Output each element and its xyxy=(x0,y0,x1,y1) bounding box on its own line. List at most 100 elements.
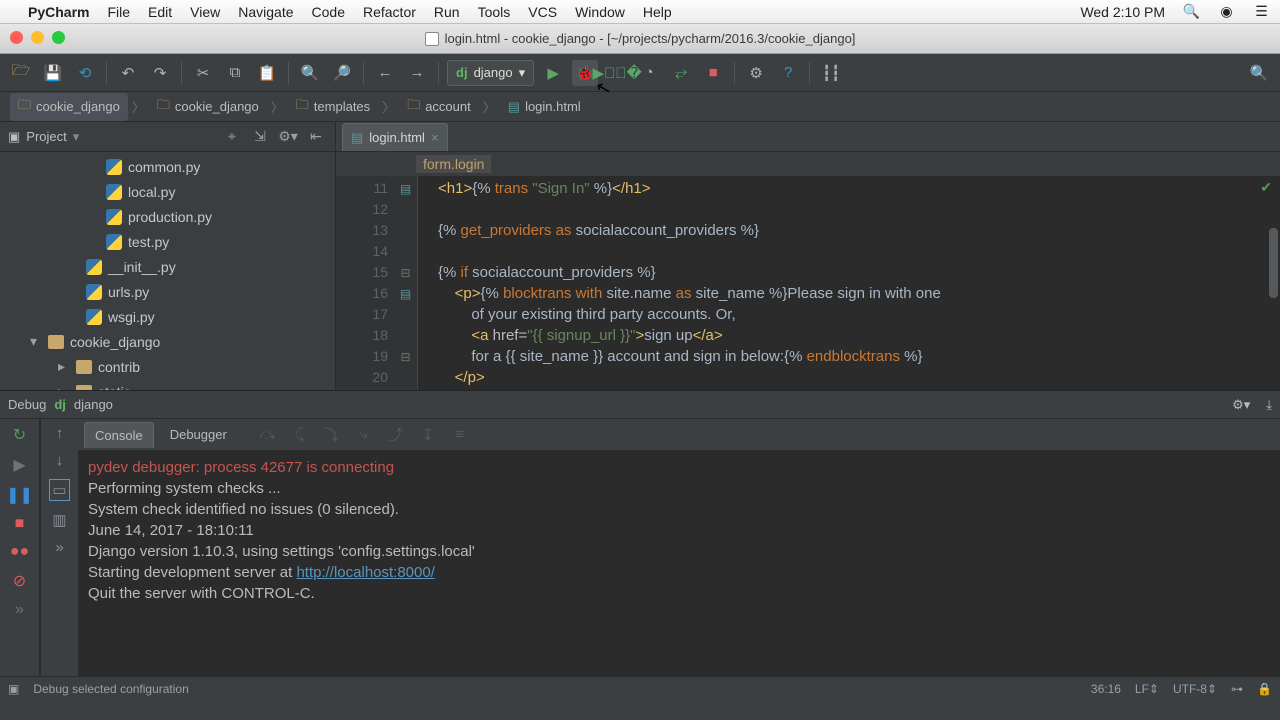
down-stack-icon[interactable]: ↓ xyxy=(56,452,64,469)
menu-edit[interactable]: Edit xyxy=(148,4,172,20)
tree-item[interactable]: wsgi.py xyxy=(0,304,335,329)
forward-icon[interactable]: → xyxy=(404,60,430,86)
pause-icon[interactable]: ❚❚ xyxy=(6,485,33,505)
menu-navigate[interactable]: Navigate xyxy=(238,4,293,20)
debug-settings-icon[interactable]: ⚙▾ xyxy=(1232,397,1250,413)
tree-item[interactable]: local.py xyxy=(0,179,335,204)
step-out-icon[interactable]: ⤴ xyxy=(383,422,409,448)
gutter-icons[interactable]: ▤⊟▤⊟ xyxy=(394,176,418,390)
resume-icon[interactable]: ▶ xyxy=(13,455,25,475)
close-window-button[interactable] xyxy=(10,31,23,44)
save-icon[interactable]: 💾 xyxy=(40,60,66,86)
menu-refactor[interactable]: Refactor xyxy=(363,4,416,20)
debug-tool-window: Debug dj django ⚙▾ ⤓ ↻ ▶ ❚❚ ■ ●● ⊘ » ↑ ↓… xyxy=(0,390,1280,676)
up-stack-icon[interactable]: ↑ xyxy=(56,425,64,442)
console-output[interactable]: pydev debugger: process 42677 is connect… xyxy=(78,451,1280,676)
search-everywhere-icon[interactable]: 🔍 xyxy=(1246,60,1272,86)
layout-2-icon[interactable]: ▥ xyxy=(52,511,66,529)
stop-debug-icon[interactable]: ■ xyxy=(15,515,25,533)
copy-icon[interactable]: ⧉ xyxy=(222,60,248,86)
app-name[interactable]: PyCharm xyxy=(28,4,89,20)
more-2-icon[interactable]: » xyxy=(55,539,63,556)
find-icon[interactable]: 🔍 xyxy=(297,60,323,86)
open-icon[interactable]: 🗁 xyxy=(8,60,34,86)
line-separator[interactable]: LF⇕ xyxy=(1135,682,1159,696)
tree-item[interactable]: ▾cookie_django xyxy=(0,329,335,354)
caret-position[interactable]: 36:16 xyxy=(1091,682,1121,696)
replace-icon[interactable]: 🔎 xyxy=(329,60,355,86)
menu-help[interactable]: Help xyxy=(643,4,672,20)
crumb-3[interactable]: 🗀account xyxy=(399,93,479,121)
attach-button[interactable]: ⥂ xyxy=(668,60,694,86)
notification-center-icon[interactable]: ☰ xyxy=(1253,3,1270,20)
coverage-button[interactable]: ▶�ི� xyxy=(604,60,630,86)
tab-login-html[interactable]: ▤ login.html × xyxy=(342,123,448,151)
tree-item[interactable]: __init__.py xyxy=(0,254,335,279)
stop-button[interactable]: ■ xyxy=(700,60,726,86)
collapse-all-icon[interactable]: ⇲ xyxy=(249,126,271,148)
force-step-icon[interactable]: ⤷ xyxy=(351,422,377,448)
rerun-icon[interactable]: ↻ xyxy=(13,425,26,445)
mute-breakpoints-icon[interactable]: ⊘ xyxy=(13,571,26,591)
siri-icon[interactable]: ◉ xyxy=(1218,3,1235,20)
settings-icon[interactable]: ⚙ xyxy=(743,60,769,86)
tool-settings-icon[interactable]: ⚙▾ xyxy=(277,126,299,148)
tool-windows-icon[interactable]: ▣ xyxy=(8,682,19,696)
menu-tools[interactable]: Tools xyxy=(478,4,511,20)
redo-icon[interactable]: ↷ xyxy=(147,60,173,86)
run-button[interactable]: ▶ xyxy=(540,60,566,86)
layout-icon[interactable]: ▭ xyxy=(49,479,69,501)
tree-item[interactable]: production.py xyxy=(0,204,335,229)
sync-icon[interactable]: ⟲ xyxy=(72,60,98,86)
undo-icon[interactable]: ↶ xyxy=(115,60,141,86)
tree-item[interactable]: test.py xyxy=(0,229,335,254)
step-into-my-icon[interactable]: ⤵ xyxy=(319,422,345,448)
evaluate-icon[interactable]: ≡ xyxy=(447,422,473,448)
view-breakpoints-icon[interactable]: ●● xyxy=(10,543,29,561)
cut-icon[interactable]: ✂ xyxy=(190,60,216,86)
project-label[interactable]: Project xyxy=(26,129,66,144)
back-icon[interactable]: ← xyxy=(372,60,398,86)
step-over-icon[interactable]: ⤼ xyxy=(255,422,281,448)
more-icon[interactable]: » xyxy=(15,601,24,619)
minimize-window-button[interactable] xyxy=(31,31,44,44)
menu-vcs[interactable]: VCS xyxy=(528,4,557,20)
zoom-window-button[interactable] xyxy=(52,31,65,44)
debug-hide-icon[interactable]: ⤓ xyxy=(1258,397,1272,413)
spotlight-icon[interactable]: 🔍 xyxy=(1183,3,1200,20)
crumb-1[interactable]: 🗀cookie_django xyxy=(149,93,267,121)
file-encoding[interactable]: UTF-8⇕ xyxy=(1173,682,1217,696)
tab-debugger[interactable]: Debugger xyxy=(160,422,237,448)
menu-code[interactable]: Code xyxy=(312,4,345,20)
editor-scrollbar[interactable] xyxy=(1269,228,1278,298)
project-tree[interactable]: common.pylocal.pyproduction.pytest.py__i… xyxy=(0,152,335,390)
crumb-root[interactable]: 🗀cookie_django xyxy=(10,93,128,121)
crumb-file[interactable]: ▤login.html xyxy=(500,96,589,118)
run-config-selector[interactable]: djdjango▾ xyxy=(447,60,534,86)
menu-window[interactable]: Window xyxy=(575,4,625,20)
tree-item[interactable]: ▸static xyxy=(0,379,335,390)
menu-run[interactable]: Run xyxy=(434,4,460,20)
tree-item[interactable]: ▸contrib xyxy=(0,354,335,379)
scroll-from-source-icon[interactable]: ⌖ xyxy=(221,126,243,148)
menu-file[interactable]: File xyxy=(107,4,130,20)
menu-view[interactable]: View xyxy=(190,4,220,20)
hide-tool-icon[interactable]: ⇤ xyxy=(305,126,327,148)
profile-button[interactable]: ◔ xyxy=(636,60,662,86)
tree-item[interactable]: urls.py xyxy=(0,279,335,304)
help-icon[interactable]: ? xyxy=(775,60,801,86)
context-info[interactable]: ⊶ xyxy=(1231,682,1243,696)
readonly-lock-icon[interactable]: 🔒 xyxy=(1257,682,1272,696)
inspection-ok-icon[interactable]: ✔ xyxy=(1260,179,1272,196)
code-area[interactable]: <h1>{% trans "Sign In" %}</h1> {% get_pr… xyxy=(418,176,1280,390)
crumb-2[interactable]: 🗀templates xyxy=(288,93,378,121)
structure-icon[interactable]: ┇┇ xyxy=(818,60,844,86)
clock: Wed 2:10 PM xyxy=(1080,4,1165,20)
run-to-cursor-icon[interactable]: ↧ xyxy=(415,422,441,448)
paste-icon[interactable]: 📋 xyxy=(254,60,280,86)
tab-close-icon[interactable]: × xyxy=(431,130,439,145)
tree-item[interactable]: common.py xyxy=(0,154,335,179)
project-tool-icon[interactable]: ▣ xyxy=(8,129,20,145)
tab-console[interactable]: Console xyxy=(84,422,154,448)
step-into-icon[interactable]: ⤹ xyxy=(287,422,313,448)
